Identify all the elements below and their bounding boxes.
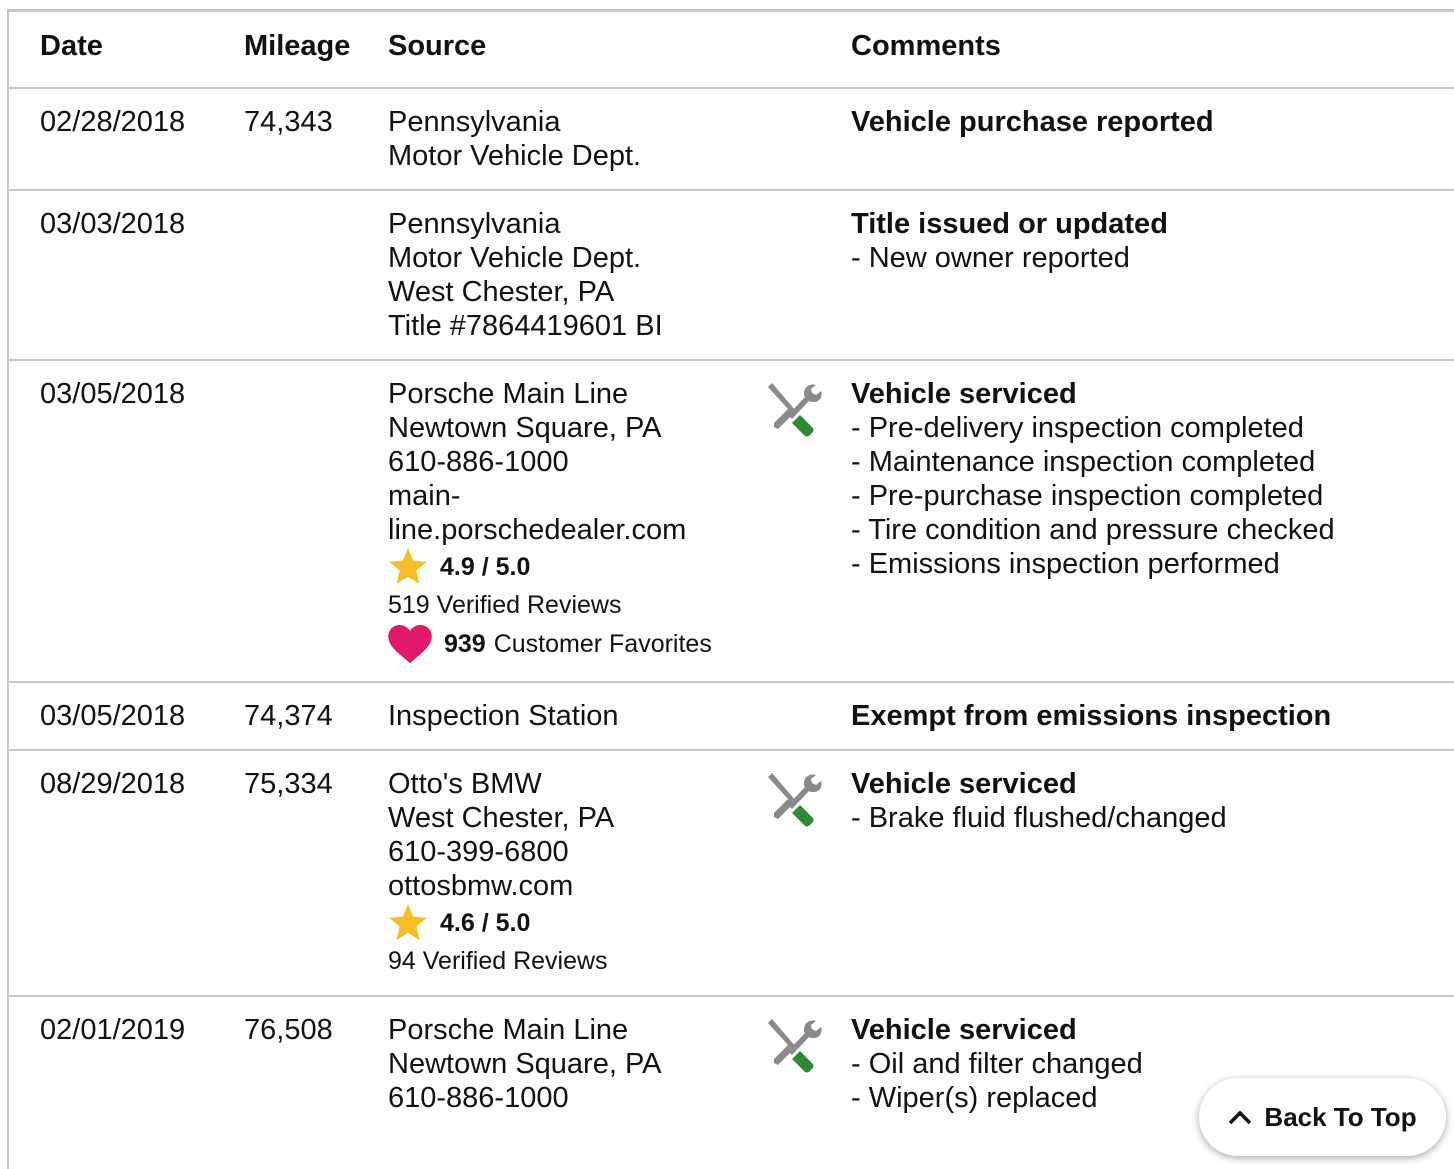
dealer-phone[interactable]: 610-886-1000 bbox=[388, 1081, 766, 1115]
row-mileage: 74,374 bbox=[244, 700, 333, 732]
header-icon-spacer bbox=[766, 12, 851, 88]
history-table-frame: Date Mileage Source Comments 02/28/2018 … bbox=[7, 9, 1454, 1169]
row-mileage: 76,508 bbox=[244, 1014, 333, 1046]
row-source: Porsche Main Line Newtown Square, PA 610… bbox=[388, 996, 766, 1131]
back-to-top-label: Back To Top bbox=[1264, 1101, 1417, 1132]
comment-title: Vehicle serviced bbox=[851, 378, 1077, 410]
row-mileage: 75,334 bbox=[244, 768, 333, 800]
row-date: 08/29/2018 bbox=[40, 768, 186, 800]
review-count: 519 Verified Reviews bbox=[388, 591, 622, 619]
dealer-website-link[interactable]: main-line.porschedealer.com bbox=[388, 479, 766, 547]
row-comments: Vehicle purchase reported bbox=[851, 88, 1454, 190]
row-mileage bbox=[244, 360, 388, 682]
comment-item: Emissions inspection performed bbox=[851, 547, 1454, 581]
table-row: 02/28/2018 74,343 Pennsylvania Motor Veh… bbox=[9, 88, 1454, 190]
table-row: 03/03/2018 Pennsylvania Motor Vehicle De… bbox=[9, 190, 1454, 360]
row-date: 03/05/2018 bbox=[40, 700, 186, 732]
comment-title: Title issued or updated bbox=[851, 208, 1168, 240]
comment-item: Pre-delivery inspection completed bbox=[851, 411, 1454, 445]
comment-item: Maintenance inspection completed bbox=[851, 445, 1454, 479]
comment-title: Vehicle purchase reported bbox=[851, 106, 1214, 138]
source-line: Newtown Square, PA bbox=[388, 1048, 662, 1080]
row-icon-cell bbox=[766, 190, 851, 360]
comment-title: Vehicle serviced bbox=[851, 768, 1077, 800]
review-count: 94 Verified Reviews bbox=[388, 947, 608, 975]
comment-title: Exempt from emissions inspection bbox=[851, 700, 1332, 732]
wrench-screwdriver-icon bbox=[768, 1019, 822, 1073]
row-date: 02/28/2018 bbox=[40, 106, 186, 138]
row-comments: Title issued or updated New owner report… bbox=[851, 190, 1454, 360]
rating-value: 4.6 / 5.0 bbox=[440, 909, 531, 937]
source-line: Pennsylvania bbox=[388, 106, 561, 138]
row-source: Inspection Station bbox=[388, 682, 766, 750]
back-to-top-button[interactable]: Back To Top bbox=[1199, 1078, 1446, 1156]
row-icon-cell bbox=[766, 996, 851, 1131]
dealer-website-link[interactable]: ottosbmw.com bbox=[388, 869, 766, 903]
source-line: Title #7864419601 BI bbox=[388, 310, 663, 342]
row-date: 03/05/2018 bbox=[40, 378, 186, 410]
customer-favorites: 939 Customer Favorites bbox=[388, 623, 766, 665]
header-source: Source bbox=[388, 30, 487, 62]
chevron-up-icon bbox=[1229, 1110, 1252, 1125]
star-icon bbox=[389, 548, 427, 585]
row-source: Pennsylvania Motor Vehicle Dept. West Ch… bbox=[388, 190, 766, 360]
table-row: 03/05/2018 74,374 Inspection Station Exe… bbox=[9, 682, 1454, 750]
row-icon-cell bbox=[766, 360, 851, 682]
row-source: Porsche Main Line Newtown Square, PA 610… bbox=[388, 360, 766, 682]
favorites-label: Customer Favorites bbox=[493, 630, 712, 658]
favorites-count: 939 bbox=[444, 630, 486, 658]
row-comments: Exempt from emissions inspection bbox=[851, 682, 1454, 750]
rating-value: 4.9 / 5.0 bbox=[440, 553, 531, 581]
row-comments: Vehicle serviced Pre-delivery inspection… bbox=[851, 360, 1454, 682]
row-comments: Vehicle serviced Brake fluid flushed/cha… bbox=[851, 750, 1454, 996]
comment-item: Oil and filter changed bbox=[851, 1047, 1454, 1081]
vehicle-history-table: Date Mileage Source Comments 02/28/2018 … bbox=[9, 12, 1454, 1131]
dealer-name-link[interactable]: Porsche Main Line bbox=[388, 1013, 766, 1047]
row-date: 02/01/2019 bbox=[40, 1014, 186, 1046]
comment-title: Vehicle serviced bbox=[851, 1014, 1077, 1046]
row-source: Otto's BMW West Chester, PA 610-399-6800… bbox=[388, 750, 766, 996]
comment-item: Brake fluid flushed/changed bbox=[851, 801, 1454, 835]
comment-item: New owner reported bbox=[851, 241, 1454, 275]
row-source: Pennsylvania Motor Vehicle Dept. bbox=[388, 88, 766, 190]
wrench-screwdriver-icon bbox=[768, 383, 822, 437]
row-mileage: 74,343 bbox=[244, 106, 333, 138]
table-row: 08/29/2018 75,334 Otto's BMW West Cheste… bbox=[9, 750, 1454, 996]
row-icon-cell bbox=[766, 88, 851, 190]
source-line: Inspection Station bbox=[388, 700, 619, 732]
dealer-name-link[interactable]: Otto's BMW bbox=[388, 767, 766, 801]
heart-icon bbox=[388, 625, 432, 663]
source-line: Motor Vehicle Dept. bbox=[388, 140, 642, 172]
header-mileage: Mileage bbox=[244, 30, 351, 62]
source-line: Motor Vehicle Dept. bbox=[388, 242, 642, 274]
row-icon-cell bbox=[766, 750, 851, 996]
table-header-row: Date Mileage Source Comments bbox=[9, 12, 1454, 88]
row-date: 03/03/2018 bbox=[40, 208, 186, 240]
header-comments: Comments bbox=[851, 30, 1001, 62]
wrench-screwdriver-icon bbox=[768, 773, 822, 827]
header-date: Date bbox=[40, 30, 103, 62]
comment-item: Tire condition and pressure checked bbox=[851, 513, 1454, 547]
star-icon bbox=[389, 904, 427, 941]
dealer-phone[interactable]: 610-399-6800 bbox=[388, 835, 766, 869]
source-line: Newtown Square, PA bbox=[388, 412, 662, 444]
comment-item: Pre-purchase inspection completed bbox=[851, 479, 1454, 513]
source-line: West Chester, PA bbox=[388, 802, 615, 834]
dealer-phone[interactable]: 610-886-1000 bbox=[388, 445, 766, 479]
dealer-rating[interactable]: 4.9 / 5.0 bbox=[388, 547, 766, 587]
row-mileage bbox=[244, 190, 388, 360]
source-line: Pennsylvania bbox=[388, 208, 561, 240]
row-icon-cell bbox=[766, 682, 851, 750]
source-line: West Chester, PA bbox=[388, 276, 615, 308]
table-row: 03/05/2018 Porsche Main Line Newtown Squ… bbox=[9, 360, 1454, 682]
dealer-name-link[interactable]: Porsche Main Line bbox=[388, 377, 766, 411]
dealer-rating[interactable]: 4.6 / 5.0 bbox=[388, 903, 766, 943]
